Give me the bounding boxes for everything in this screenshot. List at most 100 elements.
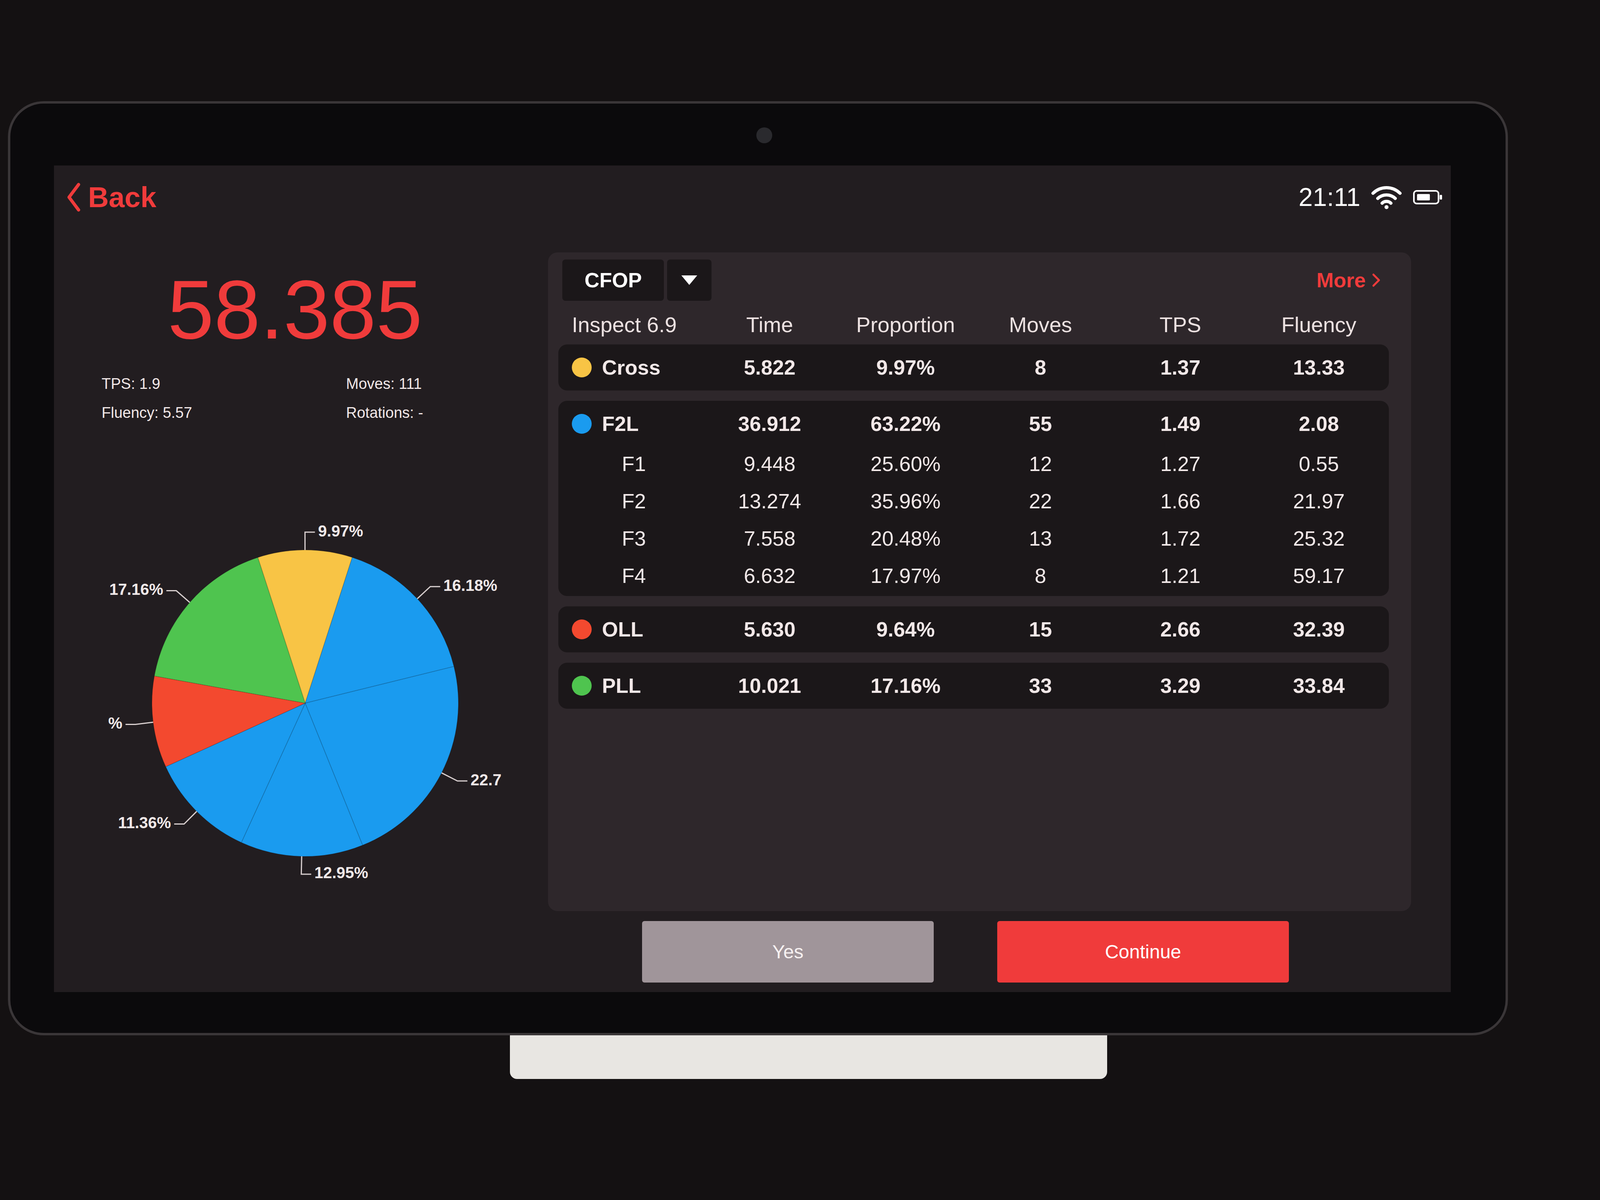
phase-name: OLL [558,617,698,642]
result-body: 58.385 TPS: 1.9Moves: 111Fluency: 5.57Rot… [53,252,1451,993]
phase-label: F2 [621,489,647,514]
tablet: Back21:1158.385TPS: 1.9Moves: 111Fluency… [7,101,1508,1036]
phase-group: OLL 5.6309.64%152.6632.39 [558,606,1389,653]
pie-leader-line [417,586,441,599]
phase-name: Cross [558,355,698,380]
table-cell: 9.64% [842,617,970,642]
method-dropdown[interactable]: CFOP [562,259,712,301]
column-header: TPS [1111,312,1249,337]
table-cell: 15 [969,617,1112,642]
stats-grid: TPS: 1.9Moves: 111Fluency: 5.57Rotations… [53,375,549,422]
table-cell: 1.21 [1111,563,1249,588]
table-cell: 22 [969,489,1112,514]
table-cell: 35.96% [842,489,970,514]
table-cell: 1.37 [1111,355,1249,380]
table-cell: 0.55 [1248,451,1389,476]
table-cell: 1.66 [1111,489,1249,514]
column-header: Moves [969,312,1112,337]
table-cell: 17.97% [842,563,970,588]
more-link[interactable]: More [1316,268,1389,293]
table-cell: 2.66 [1111,617,1249,642]
pie-leader-line [301,856,312,875]
table-cell: 8 [969,355,1112,380]
phase-label: OLL [601,617,644,642]
triangle-down-icon [680,274,699,287]
action-button[interactable]: Yes [642,921,934,983]
summary-column: 58.385 TPS: 1.9Moves: 111Fluency: 5.57Rot… [53,252,549,993]
back-button[interactable]: Back [65,180,157,214]
pie-label: % [108,714,123,732]
photo-backdrop: Back21:1158.385TPS: 1.9Moves: 111Fluency… [0,0,1600,1200]
table-body: Cross5.8229.97%81.3713.33F2L36.91263.22%… [558,344,1389,709]
total-time: 58.385 [53,252,549,352]
column-header: Time [697,312,843,337]
phase-name: F2L [558,411,698,436]
phase-dot [571,357,592,378]
table-cell: 17.16% [842,673,970,698]
table-cell: 20.48% [842,526,970,551]
column-header: Fluency [1248,312,1389,337]
dropdown-button[interactable] [667,259,712,301]
table-cell: 13.274 [697,489,843,514]
stat-label: Rotations: - [346,404,549,422]
pie-leader-line [174,811,197,825]
phase-dot [571,675,592,696]
table-cell: 32.39 [1248,617,1389,642]
more-label: More [1316,268,1366,293]
chevron-right-icon [1371,272,1381,289]
pie-slice [154,557,306,704]
phase-group: Cross 5.8229.97%81.3713.33 [558,344,1389,391]
chevron-left-icon [65,181,82,214]
table-cell: 25.60% [842,451,970,476]
phase-dot [571,413,592,434]
table-cell: 25.32 [1248,526,1389,551]
table-cell: 6.632 [697,563,843,588]
table-header: Inspect 6.9TimeProportionMovesTPSFluency [558,304,1389,345]
screen: Back21:1158.385TPS: 1.9Moves: 111Fluency… [53,165,1451,993]
phase-name: PLL [558,673,698,698]
pie-leader-line [166,590,190,603]
table-cell: 5.630 [697,617,843,642]
table-row: F3 7.55820.48%131.7225.32 [558,519,1389,558]
table-row: F4 6.63217.97%81.2159.17 [558,557,1389,595]
pie-label: 22.7 [470,771,502,789]
table-cell: 3.29 [1111,673,1249,698]
table-row: OLL 5.6309.64%152.6632.39 [558,607,1389,651]
phase-group: F2L36.91263.22%551.492.08F19.44825.60%12… [558,400,1389,597]
table-cell: 10.021 [697,673,843,698]
table-cell: 7.558 [697,526,843,551]
phase-label: F4 [621,563,647,588]
table-cell: 9.448 [697,451,843,476]
table-row: F2L36.91263.22%551.492.08 [558,402,1389,446]
panel-topbar: CFOP More [558,259,1389,301]
detail-panel: CFOP More Inspect 6.9TimeProportionMovesTP… [548,252,1412,912]
pie-label: 17.16% [109,580,164,599]
table-cell: 5.822 [697,355,843,380]
phase-dot [571,619,592,640]
detail-column: CFOP More Inspect 6.9TimeProportionMovesTP… [548,252,1412,993]
table-cell: 13 [969,526,1112,551]
table-cell: 13.33 [1248,355,1389,380]
table-cell: 8 [969,563,1112,588]
phase-name: F3 [558,526,698,551]
table-cell: 1.72 [1111,526,1249,551]
wifi-icon [1370,184,1403,210]
table-cell: 1.49 [1111,411,1249,436]
phase-label: F3 [621,526,647,551]
stat-label: TPS: 1.9 [101,375,347,393]
table-cell: 12 [969,451,1112,476]
action-button[interactable]: Continue [997,921,1289,983]
pie-label: 16.18% [443,576,498,595]
stat-label: Moves: 111 [346,375,549,393]
pie-label: 12.95% [314,863,369,882]
table-row: F19.44825.60%121.270.55 [558,445,1389,483]
pie-label: 9.97% [318,522,364,540]
table-cell: 1.27 [1111,451,1249,476]
tablet-stand [509,1035,1108,1079]
phase-name: F1 [558,451,698,476]
table-cell: 9.97% [842,355,970,380]
pie-leader-line [125,722,154,725]
table-cell: 33.84 [1248,673,1389,698]
table-cell: 59.17 [1248,563,1389,588]
phase-label: Cross [601,355,661,380]
